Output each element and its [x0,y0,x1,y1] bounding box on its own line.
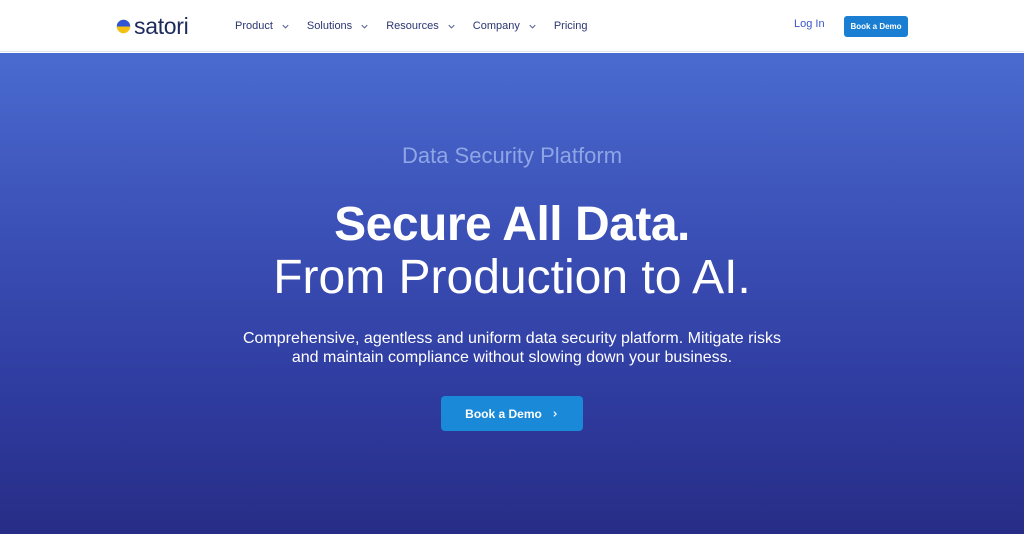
satori-logo[interactable]: satori [116,13,189,39]
nav-item-solutions[interactable]: Solutions [307,20,369,32]
hero-cta-label: Book a Demo [465,406,542,421]
chevron-down-icon [529,24,536,29]
nav-item-label: Pricing [553,20,588,32]
logo-wordmark: satori [134,13,189,39]
nav-book-demo-button[interactable]: Book a Demo [844,16,908,37]
satori-logo-icon [116,19,131,33]
nav-item-pricing[interactable]: Pricing [554,20,588,32]
login-link[interactable]: Log In [794,18,825,30]
hero-book-demo-button[interactable]: Book a Demo [441,396,583,431]
primary-nav: Product Solutions Resources Company Pric… [235,17,604,35]
hero-headline-bold: Secure All Data. [334,198,690,251]
nav-item-label: Product [235,20,273,32]
nav-item-label: Resources [386,20,439,32]
hero-headline-light: From Production to AI. [273,251,751,304]
nav-item-company[interactable]: Company [473,20,537,32]
chevron-down-icon [282,24,289,29]
hero-eyebrow: Data Security Platform [401,143,623,168]
nav-item-product[interactable]: Product [235,20,290,32]
chevron-down-icon [448,24,455,29]
chevron-right-icon [553,410,557,417]
nav-item-label: Company [472,20,520,32]
top-navbar: satori Product Solutions Resources Compa… [0,0,1024,52]
chevron-down-icon [361,24,368,29]
nav-item-resources[interactable]: Resources [386,20,456,32]
nav-item-label: Solutions [306,20,353,32]
hero-subtext: Comprehensive, agentless and uniform dat… [242,330,781,366]
hero-section: Data Security Platform Secure All Data. … [0,53,1024,534]
